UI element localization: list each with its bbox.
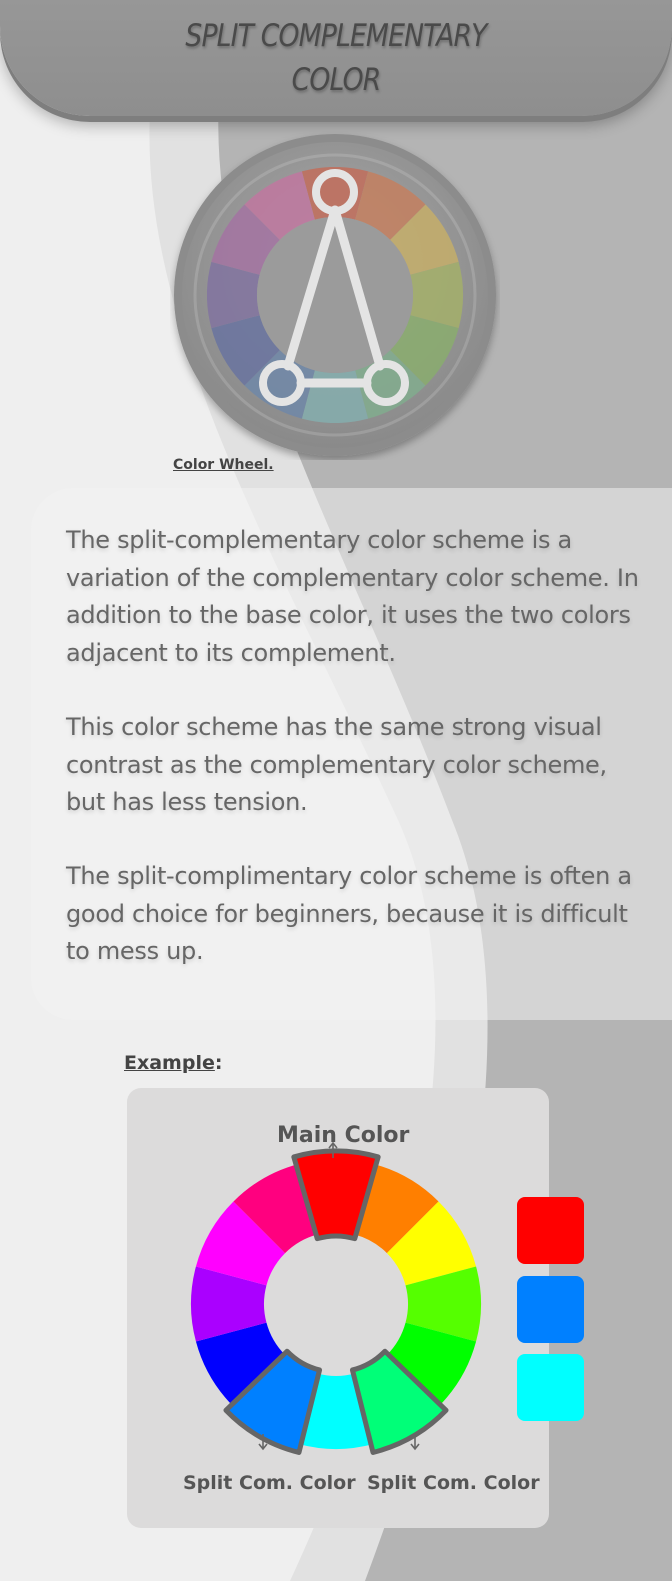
split-color-label-right: Split Com. Color xyxy=(367,1472,540,1494)
paragraph-2: This color scheme has the same strong vi… xyxy=(66,713,607,816)
example-label-text: Example xyxy=(124,1052,215,1074)
example-color-wheel xyxy=(191,1141,481,1455)
color-wheel-image xyxy=(174,134,496,456)
example-heading: Example: xyxy=(124,1052,223,1074)
page-title: SPLIT COMPLEMENTARY COLOR xyxy=(185,18,487,98)
split-color-label-left: Split Com. Color xyxy=(183,1472,356,1494)
swatch-main-color xyxy=(517,1197,584,1264)
description-card: The split-complementary color scheme is … xyxy=(31,488,672,1020)
figure-caption: Color Wheel. xyxy=(173,457,274,473)
paragraph-3: The split-complimentary color scheme is … xyxy=(66,862,632,965)
paragraph-1: The split-complementary color scheme is … xyxy=(66,526,639,667)
main-color-label: Main Color xyxy=(277,1123,410,1148)
swatch-split-color-1 xyxy=(517,1276,584,1343)
page-header: SPLIT COMPLEMENTARY COLOR xyxy=(0,0,672,116)
swatch-split-color-2 xyxy=(517,1354,584,1421)
example-panel: Main Color Split Com. Color Split Com. C… xyxy=(127,1088,549,1528)
